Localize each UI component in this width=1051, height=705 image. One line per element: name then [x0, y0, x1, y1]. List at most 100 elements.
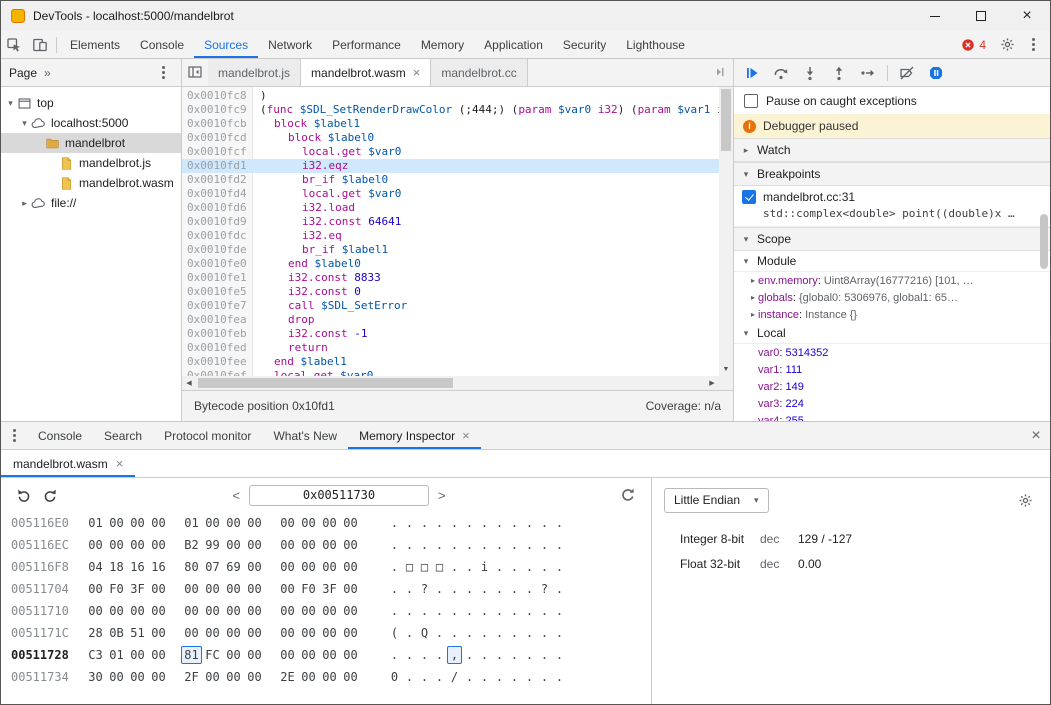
ascii-char[interactable]: . [492, 646, 507, 664]
ascii-char[interactable]: . [522, 558, 537, 576]
hex-byte[interactable]: 00 [85, 580, 106, 598]
scroll-right-icon[interactable]: ▶ [705, 379, 719, 387]
next-page-icon[interactable]: > [438, 488, 446, 503]
hex-byte[interactable]: 00 [127, 602, 148, 620]
ascii-char[interactable]: . [477, 624, 492, 642]
ascii-char[interactable]: . [447, 580, 462, 598]
ascii-char[interactable]: . [477, 536, 492, 554]
hex-byte[interactable]: 00 [223, 536, 244, 554]
hex-byte[interactable]: 00 [223, 646, 244, 664]
ascii-char[interactable]: . [507, 558, 522, 576]
hex-byte[interactable]: 00 [340, 646, 361, 664]
hex-byte[interactable]: 0B [106, 624, 127, 642]
hex-byte[interactable]: F0 [106, 580, 127, 598]
scope-item-instance[interactable]: ▸instance: Instance {} [734, 306, 1050, 323]
hex-byte[interactable]: 00 [106, 668, 127, 686]
ascii-char[interactable]: . [432, 514, 447, 532]
hex-byte[interactable]: 00 [244, 668, 265, 686]
tree-item-top[interactable]: ▾top [1, 93, 181, 113]
hex-row[interactable]: 00511728C301000081FC000000000000....,...… [11, 644, 651, 666]
sidebar-scrollbar[interactable] [1039, 87, 1049, 421]
panel-tab-sources[interactable]: Sources [194, 31, 258, 58]
ascii-char[interactable]: . [552, 602, 567, 620]
hex-byte[interactable]: FC [202, 646, 223, 664]
hex-byte[interactable]: 00 [106, 514, 127, 532]
code-line[interactable]: 0x0010fe1i32.const 8833 [182, 271, 719, 285]
ascii-char[interactable]: . [492, 624, 507, 642]
hex-byte[interactable]: 00 [298, 624, 319, 642]
ascii-char[interactable]: . [522, 624, 537, 642]
hex-byte[interactable]: 16 [127, 558, 148, 576]
hex-byte[interactable]: 00 [277, 646, 298, 664]
watch-section-header[interactable]: ▸ Watch [734, 138, 1050, 162]
hex-byte[interactable]: 00 [244, 646, 265, 664]
ascii-char[interactable]: . [402, 624, 417, 642]
hex-byte[interactable]: 00 [298, 646, 319, 664]
ascii-char[interactable]: . [417, 646, 432, 664]
hex-byte[interactable]: 00 [202, 602, 223, 620]
code-line[interactable]: 0x0010fd1i32.eqz [182, 159, 719, 173]
code-line[interactable]: 0x0010fc9(func $SDL_SetRenderDrawColor (… [182, 103, 719, 117]
step-into-icon[interactable] [797, 60, 823, 86]
hex-byte[interactable]: 00 [244, 558, 265, 576]
editor-tab-mandelbrot-js[interactable]: mandelbrot.js [208, 59, 301, 86]
panel-tab-elements[interactable]: Elements [60, 31, 130, 58]
ascii-char[interactable]: , [447, 646, 462, 664]
refresh-icon[interactable] [615, 482, 641, 508]
hex-byte[interactable]: 00 [85, 536, 106, 554]
scope-item-var3[interactable]: var3: 224 [734, 395, 1050, 412]
ascii-char[interactable]: . [507, 602, 522, 620]
hex-byte[interactable]: B2 [181, 536, 202, 554]
code-line[interactable]: 0x0010fcbblock $label1 [182, 117, 719, 131]
drawer-tab-what-s-new[interactable]: What's New [262, 422, 348, 449]
hex-byte[interactable]: 00 [223, 580, 244, 598]
hex-byte[interactable]: 2F [181, 668, 202, 686]
ascii-char[interactable]: . [507, 668, 522, 686]
code-line[interactable]: 0x0010fd9i32.const 64641 [182, 215, 719, 229]
hex-byte[interactable]: 80 [181, 558, 202, 576]
ascii-char[interactable]: . [522, 580, 537, 598]
ascii-char[interactable]: . [552, 514, 567, 532]
hex-byte[interactable]: 07 [202, 558, 223, 576]
hex-row[interactable]: 005116EC00000000B299000000000000........… [11, 534, 651, 556]
hex-byte[interactable]: 00 [181, 580, 202, 598]
ascii-char[interactable]: . [432, 536, 447, 554]
previous-page-icon[interactable]: < [232, 488, 240, 503]
hex-byte[interactable]: 99 [202, 536, 223, 554]
code-line[interactable]: 0x0010fdebr_if $label1 [182, 243, 719, 257]
hex-byte[interactable]: 00 [319, 514, 340, 532]
drawer-tab-console[interactable]: Console [27, 422, 93, 449]
panel-tab-lighthouse[interactable]: Lighthouse [616, 31, 695, 58]
ascii-char[interactable]: . [492, 580, 507, 598]
drawer-tab-memory-inspector[interactable]: Memory Inspector× [348, 422, 481, 449]
hex-byte[interactable]: 00 [277, 624, 298, 642]
ascii-char[interactable]: ( [387, 624, 402, 642]
code-line[interactable]: 0x0010fe0end $label0 [182, 257, 719, 271]
hex-row[interactable]: 005116E0010000000100000000000000........… [11, 512, 651, 534]
ascii-char[interactable]: . [507, 646, 522, 664]
ascii-char[interactable]: . [507, 514, 522, 532]
hex-byte[interactable]: 18 [106, 558, 127, 576]
memory-tab-mandelbrot-wasm[interactable]: mandelbrot.wasm × [1, 450, 135, 477]
close-tab-icon[interactable]: × [413, 65, 421, 80]
hex-byte[interactable]: 04 [85, 558, 106, 576]
scroll-down-icon[interactable]: ▼ [719, 363, 733, 376]
hex-row[interactable]: 00511710000000000000000000000000........… [11, 600, 651, 622]
toggle-navigator-icon[interactable] [182, 59, 208, 85]
hex-byte[interactable]: F0 [298, 580, 319, 598]
ascii-char[interactable]: . [402, 668, 417, 686]
hex-byte[interactable]: 00 [127, 514, 148, 532]
ascii-char[interactable]: . [462, 514, 477, 532]
settings-gear-icon[interactable] [994, 32, 1020, 58]
endianness-select[interactable]: Little Endian ▾ [664, 488, 769, 513]
close-button[interactable]: × [1004, 1, 1050, 31]
scope-section-local[interactable]: ▾Local [734, 323, 1050, 344]
breakpoint-checkbox[interactable] [742, 190, 756, 204]
hex-byte[interactable]: 00 [202, 668, 223, 686]
ascii-char[interactable]: . [537, 668, 552, 686]
ascii-char[interactable]: . [432, 624, 447, 642]
device-toolbar-icon[interactable] [27, 32, 53, 58]
hex-byte[interactable]: 00 [181, 602, 202, 620]
hex-byte[interactable]: 00 [340, 668, 361, 686]
hex-byte[interactable]: 01 [106, 646, 127, 664]
